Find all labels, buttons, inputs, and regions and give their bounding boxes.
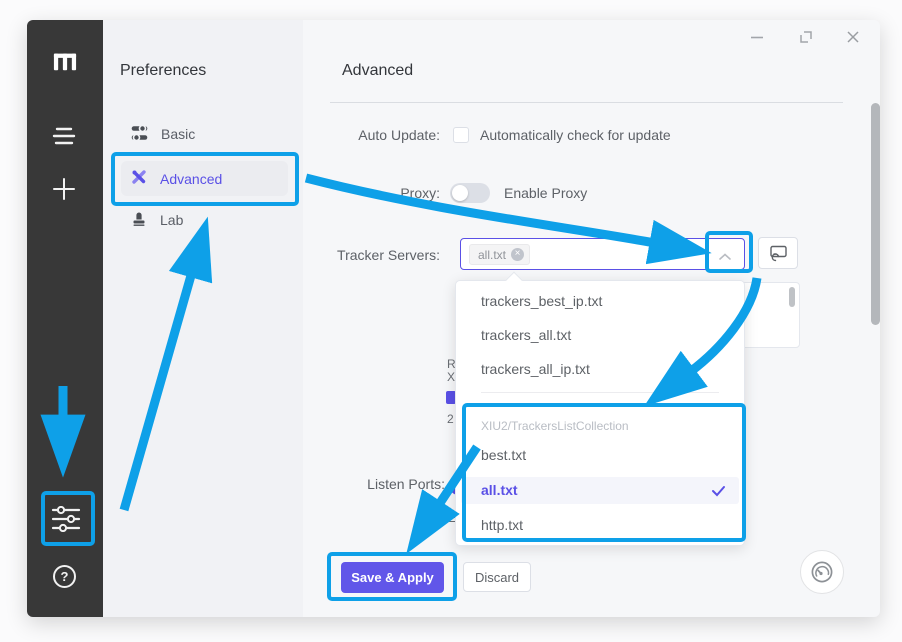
screenshot-stage: ? Preferences Basic xyxy=(0,0,902,642)
title-divider xyxy=(330,102,843,103)
dropdown-divider xyxy=(481,392,719,393)
sidebar-item-advanced[interactable]: Advanced xyxy=(121,161,288,196)
dropdown-item[interactable]: best.txt xyxy=(481,447,526,463)
app-sidebar: ? xyxy=(27,20,103,617)
sync-trackers-button[interactable] xyxy=(758,237,798,269)
dropdown-item[interactable]: trackers_all.txt xyxy=(481,327,571,343)
tag-label: all.txt xyxy=(478,248,506,262)
task-list-icon[interactable] xyxy=(51,126,77,146)
preferences-nav: Preferences Basic xyxy=(103,20,303,617)
maximize-icon[interactable] xyxy=(797,28,815,46)
preferences-sliders-icon[interactable] xyxy=(51,506,81,532)
dropdown-item-selected[interactable]: all.txt xyxy=(481,482,518,498)
help-glyph: ? xyxy=(53,565,76,588)
auto-update-checkbox[interactable] xyxy=(453,127,469,143)
sidebar-item-lab[interactable]: Lab xyxy=(121,202,288,238)
proxy-label: Proxy: xyxy=(288,185,440,201)
discard-button[interactable]: Discard xyxy=(463,562,531,592)
dropdown-item[interactable]: trackers_best_ip.txt xyxy=(481,293,602,309)
sidebar-item-label: Advanced xyxy=(160,171,222,187)
chevron-up-icon[interactable] xyxy=(718,249,732,267)
tracker-servers-select[interactable]: all.txt × xyxy=(460,238,745,270)
close-icon[interactable] xyxy=(844,28,862,46)
proxy-toggle-label: Enable Proxy xyxy=(504,185,587,201)
main-scrollbar-thumb[interactable] xyxy=(871,103,880,325)
auto-update-label: Auto Update: xyxy=(288,127,440,143)
toggle-knob xyxy=(452,185,468,201)
textarea-scrollbar-thumb[interactable] xyxy=(789,287,795,307)
sidebar-item-basic[interactable]: Basic xyxy=(121,116,288,152)
help-icon[interactable]: ? xyxy=(53,565,76,588)
minimize-icon[interactable] xyxy=(748,28,766,46)
toggles-icon xyxy=(131,125,148,144)
app-window: ? Preferences Basic xyxy=(27,20,880,617)
listen-ports-label: Listen Ports: xyxy=(293,476,445,492)
dropdown-group-label: XIU2/TrackersListCollection xyxy=(481,419,629,433)
preferences-title: Preferences xyxy=(120,62,206,80)
speed-gauge-button[interactable] xyxy=(800,550,844,594)
tracker-dropdown-panel: trackers_best_ip.txt trackers_all.txt tr… xyxy=(455,280,745,546)
page-title: Advanced xyxy=(342,62,413,80)
auto-update-checkbox-label[interactable]: Automatically check for update xyxy=(480,127,671,143)
sidebar-item-label: Lab xyxy=(160,212,183,228)
dropdown-item[interactable]: trackers_all_ip.txt xyxy=(481,361,590,377)
dropdown-item[interactable]: http.txt xyxy=(481,517,523,533)
save-apply-button[interactable]: Save & Apply xyxy=(341,562,444,593)
add-task-icon[interactable] xyxy=(53,178,75,200)
dropdown-caret xyxy=(506,272,523,289)
tag-close-icon[interactable]: × xyxy=(511,248,524,261)
motrix-logo xyxy=(53,50,77,72)
check-icon xyxy=(711,484,726,502)
selected-tracker-tag: all.txt × xyxy=(469,244,530,265)
proxy-toggle[interactable] xyxy=(450,183,490,203)
sidebar-item-label: Basic xyxy=(161,126,195,142)
tools-icon xyxy=(131,169,147,188)
stamp-icon xyxy=(131,211,147,230)
tracker-servers-label: Tracker Servers: xyxy=(288,247,440,263)
